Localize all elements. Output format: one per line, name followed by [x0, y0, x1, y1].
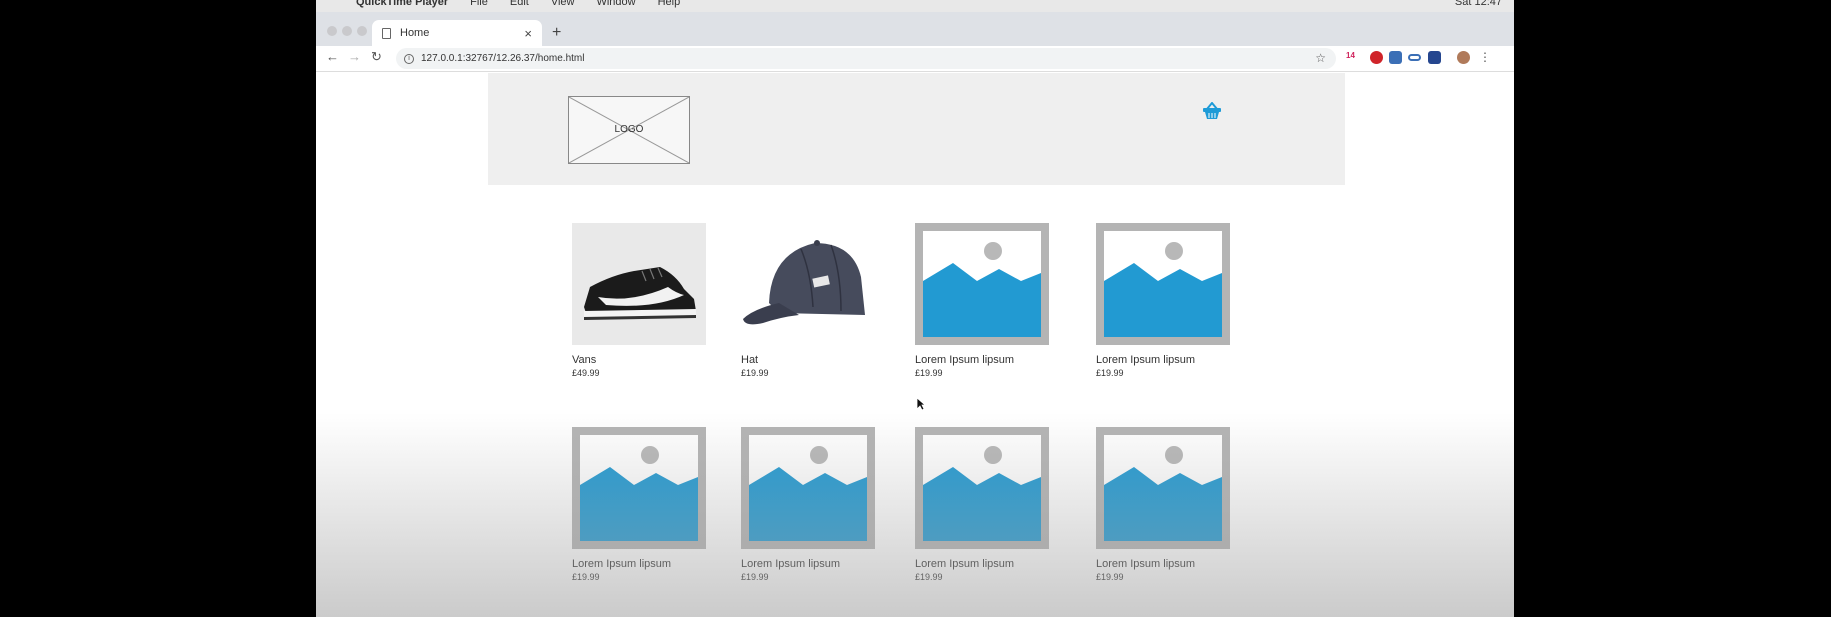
product-card[interactable]: Hat £19.99: [741, 223, 875, 378]
image-placeholder-icon[interactable]: [741, 427, 875, 549]
web-page: LOGO Vans £49.99 Hat £19.99 Lorem Ipsum …: [316, 73, 1514, 617]
screen-extension-icon[interactable]: [1389, 51, 1402, 64]
browser-tab-strip: Home × +: [316, 12, 1514, 46]
extension-badge-count: 14: [1346, 51, 1355, 60]
menu-app-name[interactable]: QuickTime Player: [356, 0, 448, 8]
product-name[interactable]: Hat: [741, 354, 875, 366]
product-card[interactable]: Lorem Ipsum lipsum £19.99: [915, 223, 1049, 378]
menu-kebab-icon[interactable]: ⋮: [1479, 50, 1491, 64]
tab-title: Home: [400, 27, 430, 39]
link-icon[interactable]: [1408, 54, 1421, 61]
product-price: £19.99: [915, 572, 943, 582]
product-price: £19.99: [741, 368, 769, 378]
profile-avatar[interactable]: [1457, 51, 1470, 64]
product-price: £19.99: [572, 572, 600, 582]
cap-image[interactable]: [741, 223, 875, 345]
sneaker-image[interactable]: [572, 223, 706, 345]
product-name[interactable]: Lorem Ipsum lipsum: [741, 558, 875, 570]
basket-icon[interactable]: [1202, 101, 1222, 125]
logo-text: LOGO: [614, 124, 644, 135]
address-bar[interactable]: i 127.0.0.1:32767/12.26.37/home.html ☆: [396, 48, 1336, 69]
minimize-window-button[interactable]: [342, 26, 352, 36]
info-icon[interactable]: i: [404, 53, 414, 64]
product-price: £19.99: [1096, 572, 1124, 582]
opera-extension-icon[interactable]: [1370, 51, 1383, 64]
image-extension-icon[interactable]: [1428, 51, 1441, 64]
document-icon: [382, 27, 391, 39]
product-card[interactable]: Lorem Ipsum lipsum £19.99: [1096, 427, 1230, 582]
menu-file[interactable]: File: [470, 0, 488, 8]
tab-close-icon[interactable]: ×: [524, 26, 532, 41]
close-window-button[interactable]: [327, 26, 337, 36]
product-card[interactable]: Lorem Ipsum lipsum £19.99: [915, 427, 1049, 582]
product-price: £19.99: [1096, 368, 1124, 378]
zoom-window-button[interactable]: [357, 26, 367, 36]
product-name[interactable]: Lorem Ipsum lipsum: [1096, 558, 1230, 570]
logo-placeholder[interactable]: LOGO: [568, 96, 690, 164]
product-name[interactable]: Lorem Ipsum lipsum: [572, 558, 706, 570]
menu-view[interactable]: View: [551, 0, 575, 8]
image-placeholder-icon[interactable]: [1096, 223, 1230, 345]
menu-edit[interactable]: Edit: [510, 0, 529, 8]
site-header: LOGO: [488, 73, 1345, 185]
extension-badge-icon[interactable]: 14: [1346, 51, 1359, 64]
product-card[interactable]: Lorem Ipsum lipsum £19.99: [741, 427, 875, 582]
forward-arrow-icon[interactable]: →: [348, 49, 361, 64]
new-tab-button[interactable]: +: [552, 24, 561, 42]
product-card[interactable]: Lorem Ipsum lipsum £19.99: [572, 427, 706, 582]
product-price: £19.99: [741, 572, 769, 582]
product-name[interactable]: Lorem Ipsum lipsum: [915, 558, 1049, 570]
product-price: £49.99: [572, 368, 600, 378]
bookmark-star-icon[interactable]: ☆: [1315, 51, 1326, 65]
reload-icon[interactable]: ↻: [371, 49, 382, 65]
product-card[interactable]: Vans £49.99: [572, 223, 706, 378]
url-text: 127.0.0.1:32767/12.26.37/home.html: [421, 53, 585, 64]
image-placeholder-icon[interactable]: [572, 427, 706, 549]
product-name[interactable]: Lorem Ipsum lipsum: [1096, 354, 1230, 366]
menu-window[interactable]: Window: [596, 0, 635, 8]
macos-menubar: QuickTime Player File Edit View Window H…: [316, 0, 1514, 12]
tab-home[interactable]: Home ×: [372, 20, 542, 46]
product-price: £19.99: [915, 368, 943, 378]
mouse-cursor-icon: [916, 397, 926, 411]
menubar-clock[interactable]: Sat 12:47: [1455, 0, 1502, 8]
product-card[interactable]: Lorem Ipsum lipsum £19.99: [1096, 223, 1230, 378]
menu-help[interactable]: Help: [658, 0, 681, 8]
image-placeholder-icon[interactable]: [1096, 427, 1230, 549]
image-placeholder-icon[interactable]: [915, 223, 1049, 345]
product-name[interactable]: Vans: [572, 354, 706, 366]
product-name[interactable]: Lorem Ipsum lipsum: [915, 354, 1049, 366]
browser-toolbar: ← → ↻ i 127.0.0.1:32767/12.26.37/home.ht…: [316, 46, 1514, 72]
back-arrow-icon[interactable]: ←: [326, 49, 339, 64]
image-placeholder-icon[interactable]: [915, 427, 1049, 549]
screen-recording: QuickTime Player File Edit View Window H…: [316, 0, 1514, 617]
